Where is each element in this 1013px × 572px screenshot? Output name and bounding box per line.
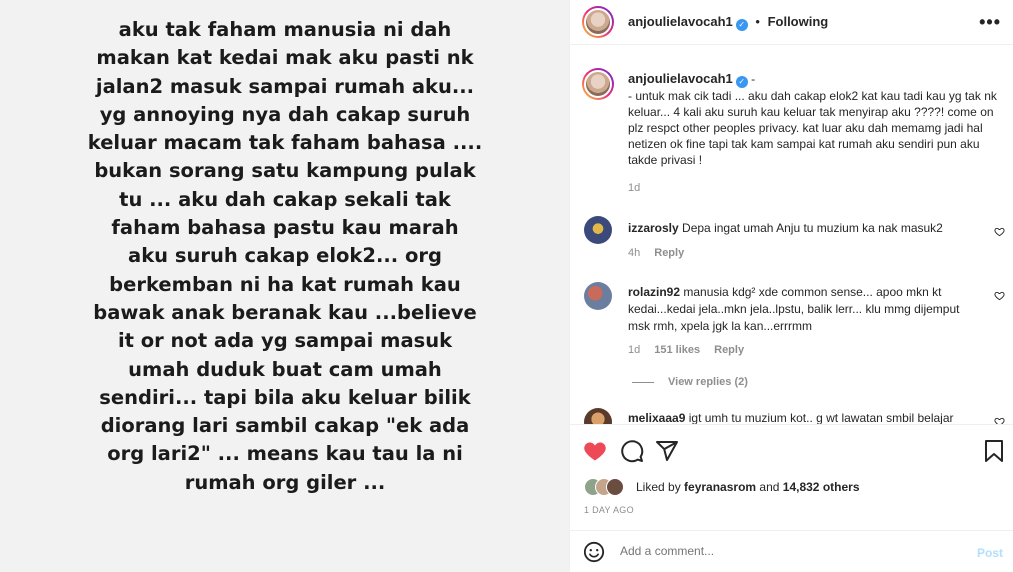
caption-timestamp[interactable]: 1d bbox=[628, 182, 640, 194]
reply-button[interactable]: Reply bbox=[714, 344, 744, 356]
commenter-avatar[interactable] bbox=[584, 282, 612, 310]
caption-text: - untuk mak cik tadi ... aku dah cakap e… bbox=[628, 89, 997, 167]
header-separator: • bbox=[755, 14, 760, 29]
add-comment-input[interactable] bbox=[620, 544, 940, 558]
view-replies-button[interactable]: View replies (2) bbox=[632, 376, 748, 388]
verified-badge-icon: ✓ bbox=[735, 76, 748, 88]
caption-suffix: - bbox=[747, 72, 756, 86]
likes-text: Liked by feyranasrom and 14,832 others bbox=[636, 480, 860, 494]
emoji-icon[interactable] bbox=[583, 541, 605, 563]
likes-summary[interactable]: Liked by feyranasrom and 14,832 others bbox=[584, 478, 860, 496]
comment-text: igt umh tu muzium kot.. g wt lawatan smb… bbox=[688, 411, 954, 424]
story-text: aku tak faham manusia ni dah makan kat k… bbox=[87, 18, 483, 494]
divider bbox=[632, 381, 654, 383]
caption: anjoulielavocah1 ✓ - - untuk mak cik tadi… bbox=[628, 71, 998, 168]
author-avatar[interactable] bbox=[582, 6, 614, 38]
heart-filled-icon[interactable] bbox=[583, 439, 607, 463]
comment-username[interactable]: melixaaa9 bbox=[628, 411, 685, 424]
liked-by-username[interactable]: feyranasrom bbox=[684, 480, 756, 494]
comment-body: melixaaa9 igt umh tu muzium kot.. g wt l… bbox=[628, 410, 978, 424]
comment-username[interactable]: izzarosly bbox=[628, 221, 679, 235]
heart-outline-icon[interactable] bbox=[994, 226, 1005, 237]
post-side-panel: anjoulielavocah1 ✓ • Following ••• anjoul… bbox=[570, 0, 1013, 572]
save-bookmark-icon[interactable] bbox=[984, 439, 1004, 463]
add-comment-bar: Post bbox=[570, 530, 1013, 572]
commenter-avatar[interactable] bbox=[584, 216, 612, 244]
caption-username[interactable]: anjoulielavocah1 bbox=[628, 71, 733, 86]
comment-body: rolazin92 manusia kdg² xde common sense.… bbox=[628, 284, 978, 335]
comment-text: Depa ingat umah Anju tu muzium ka nak ma… bbox=[682, 221, 943, 235]
post-media[interactable]: aku tak faham manusia ni dah makan kat k… bbox=[0, 0, 570, 572]
header-username[interactable]: anjoulielavocah1 bbox=[628, 14, 733, 29]
action-bar: Liked by feyranasrom and 14,832 others 1… bbox=[570, 424, 1013, 529]
comments-list[interactable]: anjoulielavocah1 ✓ - - untuk mak cik tadi… bbox=[570, 46, 1013, 424]
comment-icon[interactable] bbox=[620, 439, 644, 463]
heart-outline-icon[interactable] bbox=[994, 416, 1005, 424]
liker-avatars bbox=[584, 478, 634, 496]
post-modal: aku tak faham manusia ni dah makan kat k… bbox=[0, 0, 1013, 572]
caption-avatar[interactable] bbox=[582, 68, 614, 100]
following-button[interactable]: Following bbox=[768, 14, 829, 29]
reply-button[interactable]: Reply bbox=[654, 247, 684, 259]
comment-time[interactable]: 4h bbox=[628, 247, 640, 259]
commenter-avatar[interactable] bbox=[584, 408, 612, 424]
header-user-line: anjoulielavocah1 ✓ • Following bbox=[628, 14, 828, 31]
post-comment-button[interactable]: Post bbox=[977, 546, 1003, 560]
comment-meta: 4h Reply bbox=[628, 247, 698, 259]
share-icon[interactable] bbox=[655, 439, 679, 463]
post-date[interactable]: 1 DAY AGO bbox=[584, 505, 634, 515]
comment-time[interactable]: 1d bbox=[628, 344, 640, 356]
comment-meta: 1d 151 likes Reply bbox=[628, 344, 758, 356]
likes-count[interactable]: 14,832 others bbox=[783, 480, 860, 494]
more-horizontal-icon[interactable]: ••• bbox=[979, 12, 1001, 33]
post-header: anjoulielavocah1 ✓ • Following ••• bbox=[570, 0, 1013, 45]
comment-likes[interactable]: 151 likes bbox=[654, 344, 700, 356]
comment-body: izzarosly Depa ingat umah Anju tu muzium… bbox=[628, 220, 978, 237]
verified-badge-icon: ✓ bbox=[735, 19, 748, 31]
heart-outline-icon[interactable] bbox=[994, 290, 1005, 301]
comment-username[interactable]: rolazin92 bbox=[628, 285, 680, 299]
